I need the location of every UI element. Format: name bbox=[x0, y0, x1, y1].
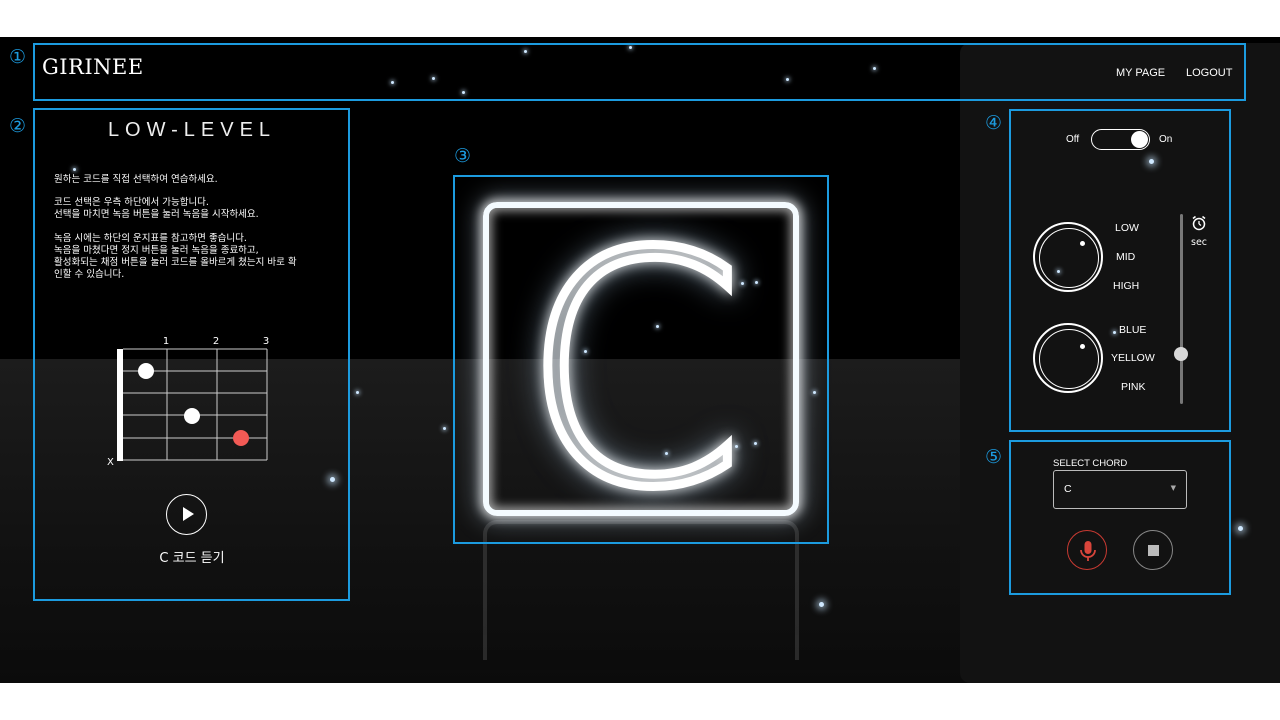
annotation-marker: ② bbox=[9, 115, 27, 137]
star-particle bbox=[391, 81, 394, 84]
description-line: 활성화되는 채점 버튼을 눌러 코드를 올바르게 쳤는지 바로 확 bbox=[54, 257, 297, 268]
chevron-down-icon: ▼ bbox=[1170, 484, 1176, 492]
color-option-pink[interactable]: PINK bbox=[1121, 381, 1146, 393]
description-line: 선택을 마치면 녹음 버튼을 눌러 녹음을 시작하세요. bbox=[54, 209, 259, 220]
muted-string-marker: X bbox=[107, 457, 114, 468]
switch-on-label: On bbox=[1159, 134, 1173, 145]
annotation-marker: ④ bbox=[985, 112, 1003, 134]
star-particle bbox=[1113, 331, 1116, 334]
nut bbox=[117, 349, 123, 461]
level-knob[interactable] bbox=[1033, 222, 1103, 292]
select-chord-label: SELECT CHORD bbox=[1053, 458, 1128, 469]
play-chord-button[interactable] bbox=[166, 494, 207, 535]
level-option-high[interactable]: HIGH bbox=[1113, 280, 1139, 292]
microphone-icon bbox=[1080, 541, 1096, 561]
finger-dot-highlight bbox=[233, 430, 249, 446]
chord-letter: C bbox=[521, 202, 744, 516]
neon-chord-letter: C bbox=[517, 202, 749, 516]
my-page-link[interactable]: MY PAGE bbox=[1116, 67, 1165, 79]
toggle-knob[interactable] bbox=[1131, 131, 1148, 148]
star-particle bbox=[462, 91, 465, 94]
star-particle bbox=[1149, 159, 1154, 164]
description-line: 코드 선택은 우측 하단에서 가능합니다. bbox=[54, 197, 209, 208]
annotation-marker: ① bbox=[9, 46, 27, 68]
description-line: 녹음을 마쳤다면 정지 버튼을 눌러 녹음을 종료하고, bbox=[54, 245, 259, 256]
timer-unit-label: sec bbox=[1191, 237, 1208, 248]
level-option-mid[interactable]: MID bbox=[1116, 251, 1135, 263]
star-particle bbox=[813, 391, 816, 394]
fret-number: 1 bbox=[163, 336, 169, 347]
color-knob-indicator bbox=[1080, 344, 1085, 349]
level-knob-indicator bbox=[1080, 241, 1085, 246]
neon-reflection bbox=[483, 520, 799, 660]
chord-fingering-chart: 1 2 3 X bbox=[107, 336, 269, 468]
star-particle bbox=[629, 46, 632, 49]
finger-dot bbox=[184, 408, 200, 424]
star-particle bbox=[873, 67, 876, 70]
star-particle bbox=[330, 477, 335, 482]
color-option-blue[interactable]: BLUE bbox=[1119, 324, 1146, 336]
annotation-marker: ⑤ bbox=[985, 446, 1003, 468]
record-button[interactable] bbox=[1067, 530, 1107, 570]
star-particle bbox=[443, 427, 446, 430]
color-option-yellow[interactable]: YELLOW bbox=[1111, 352, 1155, 364]
level-title: LOW-LEVEL bbox=[107, 119, 277, 141]
star-particle bbox=[524, 50, 527, 53]
stop-button[interactable] bbox=[1133, 530, 1173, 570]
fret-number: 3 bbox=[263, 336, 269, 347]
description-line: 인할 수 있습니다. bbox=[54, 269, 125, 280]
star-particle bbox=[432, 77, 435, 80]
level-option-low[interactable]: LOW bbox=[1115, 222, 1139, 234]
timer-slider-track[interactable] bbox=[1180, 214, 1183, 404]
switch-off-label: Off bbox=[1066, 134, 1080, 145]
color-knob[interactable] bbox=[1033, 323, 1103, 393]
stop-icon bbox=[1148, 545, 1159, 556]
annotation-marker: ③ bbox=[454, 145, 472, 167]
logout-link[interactable]: LOGOUT bbox=[1186, 67, 1232, 79]
star-particle bbox=[356, 391, 359, 394]
chord-select-value: C bbox=[1064, 483, 1072, 495]
star-particle bbox=[73, 168, 76, 171]
star-particle bbox=[1238, 526, 1243, 531]
listen-chord-label: C 코드 듣기 bbox=[159, 551, 225, 566]
description-line: 원하는 코드를 직접 선택하여 연습하세요. bbox=[54, 174, 218, 185]
alarm-clock-icon bbox=[1192, 215, 1206, 231]
star-particle bbox=[786, 78, 789, 81]
finger-dot bbox=[138, 363, 154, 379]
description-line: 녹음 시에는 하단의 운지표를 참고하면 좋습니다. bbox=[54, 233, 247, 244]
fret-number: 2 bbox=[213, 336, 219, 347]
app-logo[interactable]: GIRINEE bbox=[42, 55, 144, 79]
chord-select[interactable]: C ▼ bbox=[1053, 470, 1187, 509]
star-particle bbox=[819, 602, 824, 607]
